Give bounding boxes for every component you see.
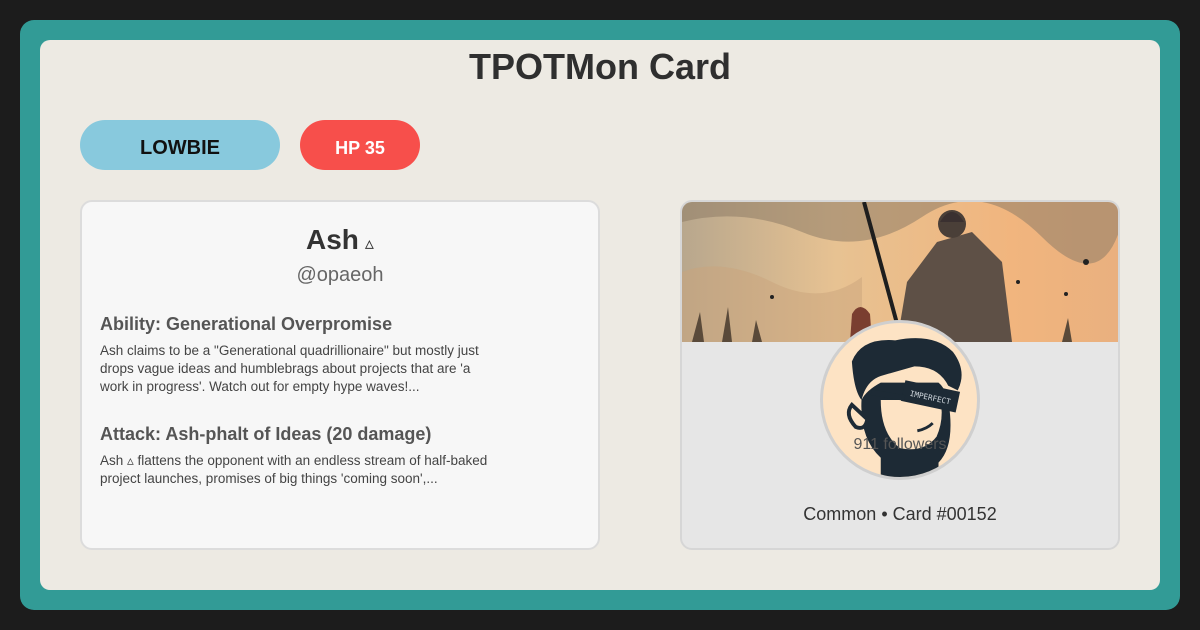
card-inner: TPOTMon Card LOWBIE HP 35 Ash ▵ @opaeoh A… (40, 40, 1160, 590)
follower-count: 911 followers (853, 436, 947, 453)
attack-text: Ash ▵ flattens the opponent with an endl… (100, 453, 488, 486)
user-handle: @opaeoh (296, 264, 384, 286)
character-name: Ash (306, 224, 359, 255)
card-rarity-number: Common • Card #00152 (803, 504, 997, 524)
ability-text: Ash claims to be a "Generational quadril… (100, 343, 479, 394)
attack-title: Attack: Ash-phalt of Ideas (20 damage) (100, 424, 432, 444)
ability-title: Ability: Generational Overpromise (100, 314, 393, 334)
card-title: TPOTMon Card (469, 46, 731, 87)
type-badge: LOWBIE (80, 120, 280, 170)
card-frame: TPOTMon Card LOWBIE HP 35 Ash ▵ @opaeoh A… (20, 20, 1180, 610)
avatar[interactable]: IMPERFECT (820, 320, 980, 480)
character-name-row: Ash ▵ (82, 224, 598, 256)
profile-panel: IMPERFECT 911 followers Common • Card #0… (680, 200, 1120, 550)
info-panel: Ash ▵ @opaeoh Ability: Generational Overp… (80, 200, 600, 550)
triangle-icon: ▵ (364, 233, 374, 253)
hp-badge: HP 35 (300, 120, 420, 170)
